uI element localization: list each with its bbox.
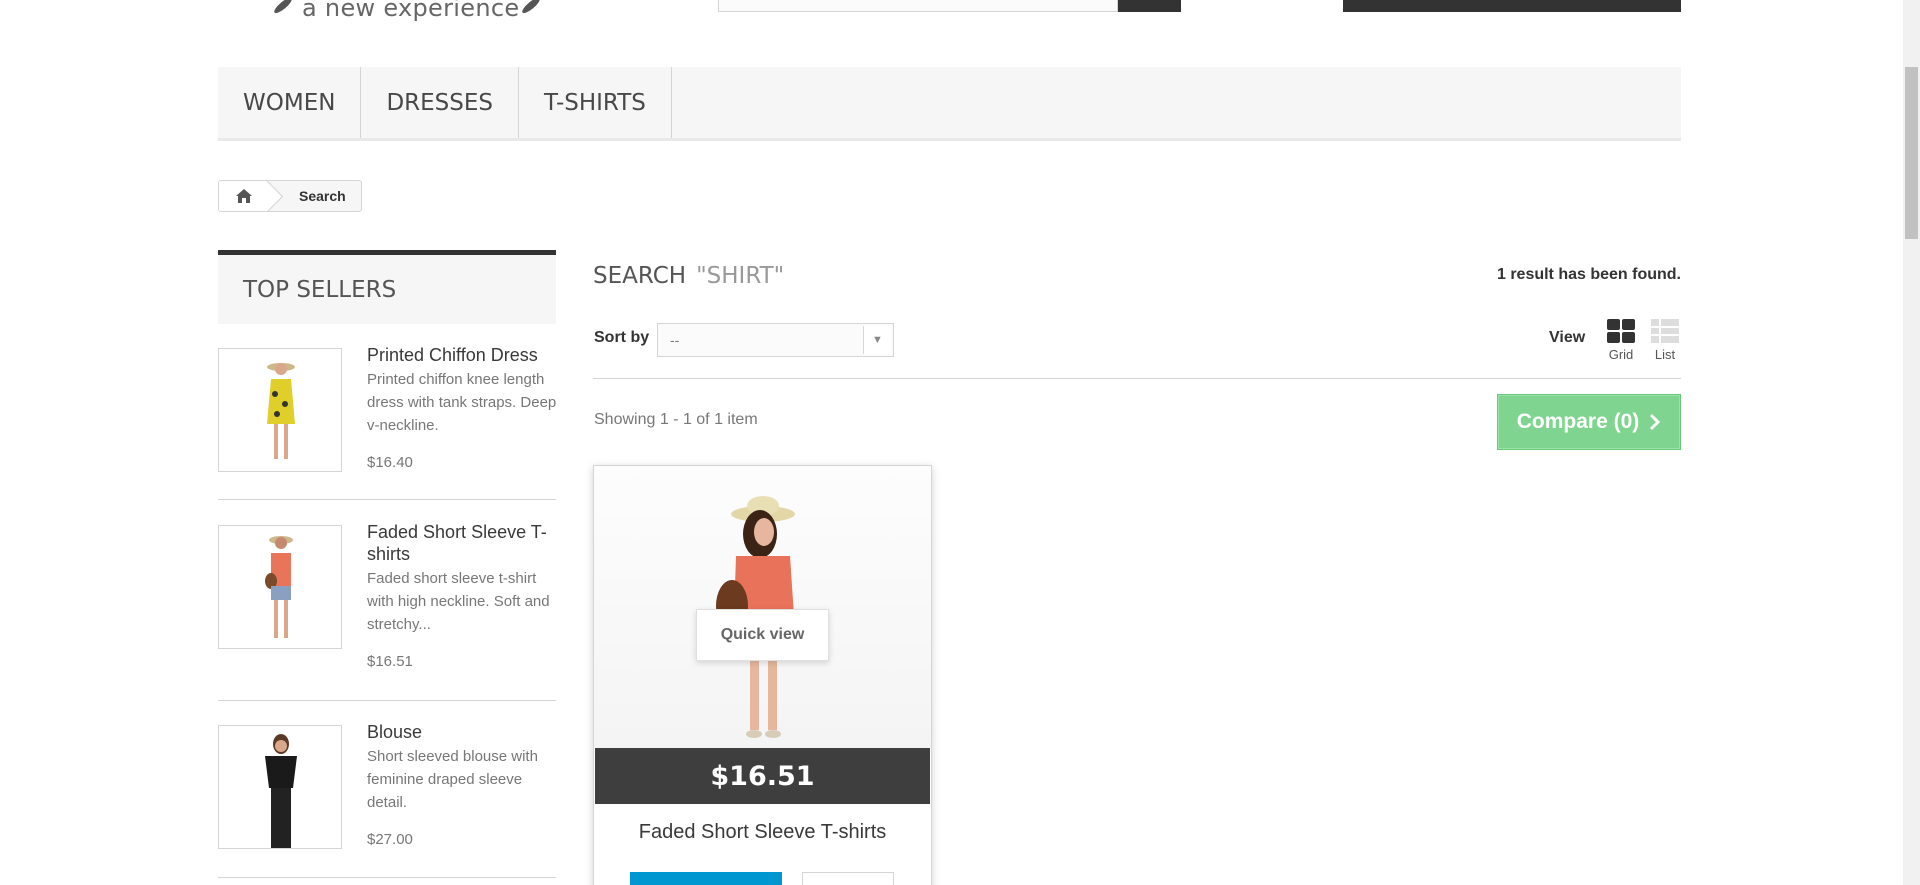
grid-icon	[1607, 319, 1635, 343]
search-input[interactable]	[718, 0, 1118, 12]
top-seller-desc: Printed chiffon knee length dress with t…	[367, 371, 557, 434]
view-label: View	[1549, 329, 1586, 346]
top-seller-name[interactable]: Printed Chiffon Dress	[367, 344, 557, 366]
top-seller-item: Blouse Short sleeved blouse with feminin…	[218, 701, 556, 878]
top-seller-name[interactable]: Blouse	[367, 721, 557, 743]
add-to-cart-button[interactable]	[630, 872, 782, 885]
cart-button[interactable]	[1343, 0, 1681, 12]
divider	[593, 378, 1681, 379]
page-title-label: SEARCH	[593, 263, 687, 289]
logo-feather-left	[272, 0, 294, 16]
view-grid-label: Grid	[1608, 347, 1634, 362]
menu-item-tshirts[interactable]: T-SHIRTS	[519, 67, 672, 138]
search-query: "SHIRT"	[696, 263, 785, 289]
menu-item-women[interactable]: WOMEN	[218, 67, 362, 138]
product-thumbnail[interactable]	[218, 525, 342, 649]
top-seller-desc: Short sleeved blouse with feminine drape…	[367, 748, 538, 811]
top-seller-desc: Faded short sleeve t-shirt with high nec…	[367, 570, 550, 633]
home-link[interactable]	[219, 181, 269, 211]
product-price: $16.51	[595, 748, 930, 804]
top-seller-item: Faded Short Sleeve T-shirts Faded short …	[218, 501, 556, 701]
quick-view-button[interactable]: Quick view	[696, 609, 829, 661]
menu-item-dresses[interactable]: DRESSES	[361, 67, 519, 138]
sort-by-select[interactable]: -- ▼	[657, 323, 894, 357]
result-count: 1 result has been found.	[1496, 266, 1681, 283]
product-thumbnail[interactable]	[218, 348, 342, 472]
compare-label: Compare (0)	[1516, 410, 1640, 433]
view-grid-button[interactable]: Grid	[1603, 319, 1639, 362]
top-seller-item: Printed Chiffon Dress Printed chiffon kn…	[218, 324, 556, 500]
chevron-right-icon	[1650, 413, 1661, 431]
view-list-label: List	[1654, 347, 1676, 362]
top-seller-price: $27.00	[367, 831, 413, 848]
scrollbar-thumb[interactable]	[1905, 67, 1918, 239]
more-button[interactable]	[802, 872, 894, 885]
sort-by-value: --	[670, 332, 680, 348]
product-image[interactable]: Quick view	[594, 466, 931, 748]
top-seller-price: $16.51	[367, 653, 413, 670]
chevron-down-icon[interactable]: ▼	[863, 326, 891, 354]
product-name[interactable]: Faded Short Sleeve T-shirts	[594, 821, 931, 844]
search-button[interactable]	[1118, 0, 1181, 12]
product-thumbnail[interactable]	[218, 725, 342, 849]
home-icon	[236, 189, 252, 203]
breadcrumb: Search	[218, 180, 362, 212]
showing-count: Showing 1 - 1 of 1 item	[594, 411, 758, 428]
page-title: SEARCH "SHIRT"	[593, 263, 784, 289]
sort-by-label: Sort by	[594, 329, 650, 346]
top-seller-price: $16.40	[367, 454, 413, 471]
top-sellers-title[interactable]: TOP SELLERS	[218, 250, 556, 324]
list-icon	[1651, 319, 1679, 343]
compare-button[interactable]: Compare (0)	[1497, 394, 1681, 450]
product-card: Quick view $16.51 Faded Short Sleeve T-s…	[593, 465, 932, 885]
main-menu: WOMEN DRESSES T-SHIRTS	[218, 67, 1681, 141]
scrollbar[interactable]	[1903, 0, 1920, 885]
logo-feather-right	[520, 0, 542, 16]
logo-tagline[interactable]: a new experience	[302, 0, 519, 22]
top-seller-name[interactable]: Faded Short Sleeve T-shirts	[367, 521, 557, 565]
view-list-button[interactable]: List	[1647, 319, 1683, 362]
